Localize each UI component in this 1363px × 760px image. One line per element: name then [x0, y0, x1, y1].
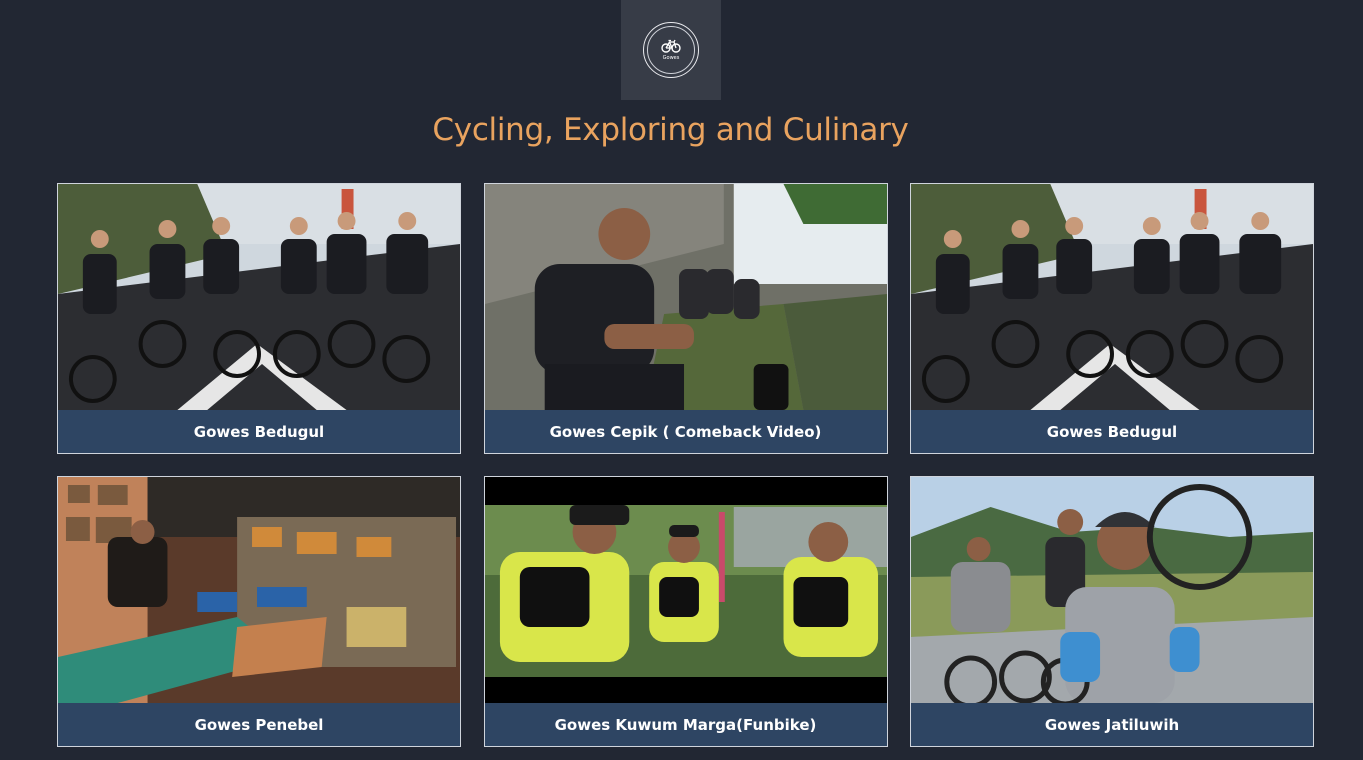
video-card[interactable]: Gowes Cepik ( Comeback Video): [483, 183, 888, 454]
site-logo[interactable]: Gowes: [621, 0, 721, 100]
video-thumbnail[interactable]: [484, 477, 887, 703]
video-thumbnail[interactable]: [484, 184, 887, 410]
video-thumbnail[interactable]: [911, 477, 1313, 703]
video-title[interactable]: Gowes Bedugul: [58, 410, 460, 453]
page-title: Cycling, Exploring and Culinary: [432, 112, 909, 148]
video-thumbnail[interactable]: [911, 184, 1313, 410]
video-title[interactable]: Gowes Bedugul: [911, 410, 1313, 453]
video-title[interactable]: Gowes Cepik ( Comeback Video): [485, 410, 887, 453]
video-title[interactable]: Gowes Penebel: [58, 703, 460, 746]
bicycle-icon: [661, 39, 681, 53]
video-card[interactable]: Gowes Kuwum Marga(Funbike): [483, 476, 888, 747]
video-grid: Gowes Bedugul Gowes Cepik (Comeback Vid…: [57, 183, 1314, 747]
video-thumbnail[interactable]: [58, 184, 460, 410]
video-card[interactable]: Gowes Jatiluwih: [910, 476, 1314, 747]
video-card[interactable]: Gowes Penebel: [57, 476, 461, 747]
video-title[interactable]: Gowes Kuwum Marga(Funbike): [485, 703, 887, 746]
logo-text: Gowes: [662, 55, 680, 61]
video-thumbnail[interactable]: [58, 477, 460, 703]
logo-badge: Gowes: [643, 22, 699, 78]
video-card[interactable]: Gowes Bedugul: [910, 183, 1314, 454]
video-title[interactable]: Gowes Jatiluwih: [911, 703, 1313, 746]
video-card[interactable]: Gowes Bedugul: [57, 183, 461, 454]
